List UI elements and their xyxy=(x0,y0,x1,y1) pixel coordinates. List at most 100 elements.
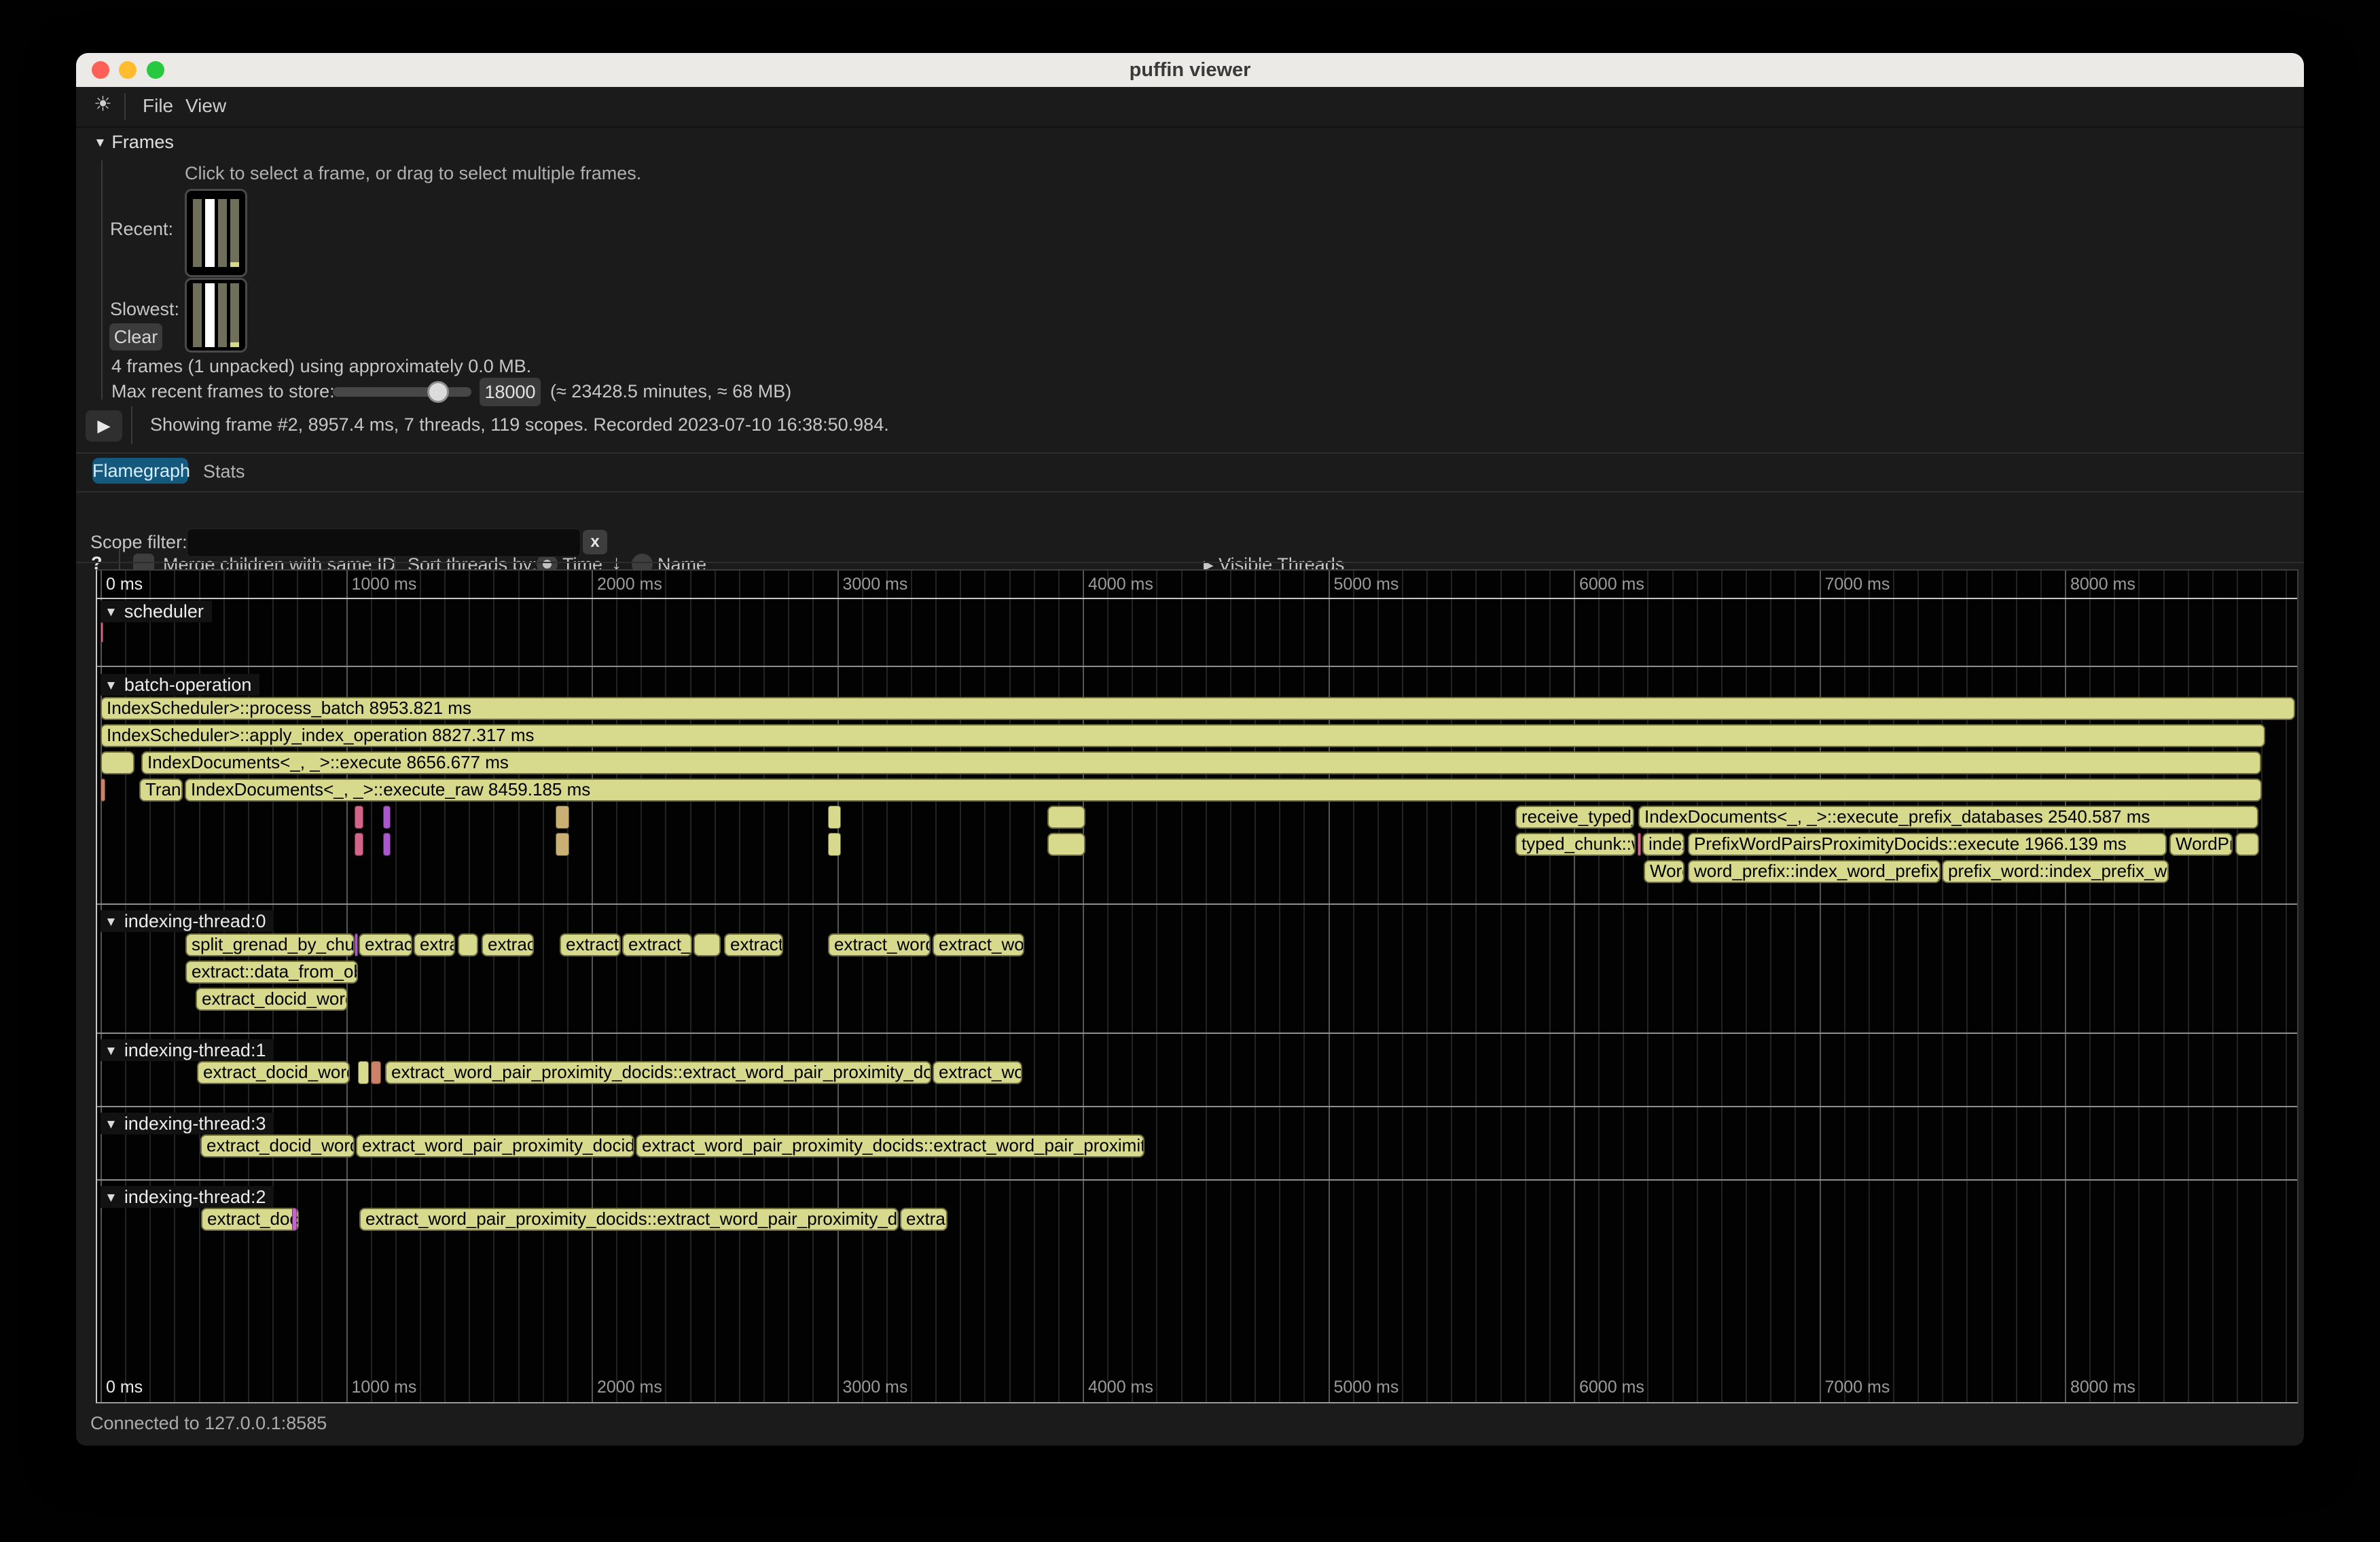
slowest-frames-thumbnail[interactable] xyxy=(185,278,247,353)
ruler-label-top: 3000 ms xyxy=(843,575,908,594)
flame-bar[interactable]: extra xyxy=(414,933,455,956)
thread-name: indexing-thread:1 xyxy=(124,1040,266,1060)
grid-line xyxy=(911,571,912,1402)
max-frames-slider[interactable] xyxy=(333,387,471,397)
flame-bar[interactable]: PrefixWordPairsProximityDocids::execute … xyxy=(1688,833,2167,856)
flame-bar[interactable] xyxy=(101,751,134,774)
frames-collapsible-header[interactable]: ▼ Frames xyxy=(94,132,174,153)
flame-bar[interactable] xyxy=(1638,833,1641,856)
menu-file[interactable]: File xyxy=(143,95,173,117)
frame-thumbnail-bar xyxy=(193,199,202,267)
flame-bar[interactable] xyxy=(383,833,391,856)
flame-bar[interactable]: extract xyxy=(359,933,412,956)
flame-bar[interactable] xyxy=(556,806,569,829)
clear-filter-button[interactable]: x xyxy=(583,530,607,554)
menu-view[interactable]: View xyxy=(185,95,226,117)
flame-bar[interactable] xyxy=(101,622,103,643)
flame-bar[interactable] xyxy=(458,933,478,956)
flame-bar[interactable]: receive_typed_ xyxy=(1515,806,1634,829)
flame-bar[interactable]: extract_docid_word xyxy=(197,1061,350,1084)
flame-bar[interactable]: extract_docid_word xyxy=(200,1134,355,1158)
flame-bar[interactable] xyxy=(693,933,721,956)
play-button[interactable]: ▶ xyxy=(86,410,122,442)
thread-header[interactable]: ▼indexing-thread:1 xyxy=(101,1039,274,1061)
flame-bar[interactable]: Word xyxy=(1644,860,1684,883)
theme-toggle-icon[interactable]: ☀ xyxy=(94,92,112,116)
flamegraph-canvas[interactable]: 0 ms0 ms1000 ms1000 ms2000 ms2000 ms3000… xyxy=(96,569,2298,1403)
frame-thumbnail-bar xyxy=(205,283,214,347)
grid-line xyxy=(1009,571,1011,1402)
flame-bar[interactable] xyxy=(371,1061,381,1084)
flame-bar[interactable]: index xyxy=(1642,833,1684,856)
flame-bar[interactable] xyxy=(292,1208,297,1231)
flame-bar[interactable]: extract_docid_word xyxy=(196,988,348,1011)
flame-bar[interactable] xyxy=(358,1061,369,1084)
flame-bar[interactable]: extract::data_from_ob xyxy=(185,961,358,984)
flame-bar[interactable]: word_prefix::index_word_prefix_ xyxy=(1688,860,1941,883)
flame-bar[interactable]: extrac xyxy=(482,933,534,956)
flame-bar[interactable]: extract_wo xyxy=(933,933,1024,956)
flame-bar[interactable]: IndexScheduler>::process_batch 8953.821 … xyxy=(101,697,2295,720)
tab-flamegraph[interactable]: Flamegraph xyxy=(92,458,188,484)
slider-knob[interactable] xyxy=(427,381,449,403)
flame-bar[interactable]: extract_word xyxy=(828,933,931,956)
flame-bar[interactable] xyxy=(355,833,363,856)
flame-bar[interactable]: extract_doc xyxy=(201,1208,299,1231)
ruler-label-top: 4000 ms xyxy=(1088,575,1153,594)
flame-bar[interactable]: extract_w xyxy=(622,933,692,956)
grid-line xyxy=(1255,571,1256,1402)
flame-bar[interactable] xyxy=(828,833,841,856)
flame-bar[interactable]: typed_chunk::w xyxy=(1515,833,1636,856)
grid-line xyxy=(1451,571,1452,1402)
thread-header[interactable]: ▼scheduler xyxy=(101,600,212,622)
flame-bar[interactable]: IndexDocuments<_, _>::execute 8656.677 m… xyxy=(141,751,2261,774)
menubar: ☀ File View xyxy=(76,87,2304,128)
flame-bar[interactable]: IndexDocuments<_, _>::execute_raw 8459.1… xyxy=(185,778,2262,802)
grid-line xyxy=(1623,571,1624,1402)
thread-header[interactable]: ▼indexing-thread:0 xyxy=(101,910,274,932)
flame-bar[interactable]: extract_word_pair_proximity_docids xyxy=(356,1134,634,1158)
flame-bar[interactable] xyxy=(2235,833,2259,856)
scope-filter-input[interactable] xyxy=(187,528,581,557)
thread-header[interactable]: ▼batch-operation xyxy=(101,674,259,696)
flame-bar[interactable]: extract xyxy=(724,933,783,956)
flame-bar[interactable]: extract_ xyxy=(560,933,621,956)
thread-header[interactable]: ▼indexing-thread:3 xyxy=(101,1113,274,1134)
flame-bar[interactable]: extract_word_pair_proximity_docids::extr… xyxy=(385,1061,931,1084)
flame-bar[interactable]: IndexDocuments<_, _>::execute_prefix_dat… xyxy=(1638,806,2258,829)
ruler-label-top: 1000 ms xyxy=(352,575,417,594)
flame-bar[interactable]: extract_wo xyxy=(933,1061,1022,1084)
flame-bar[interactable]: extract_word_pair_proximity_docids::extr… xyxy=(636,1134,1144,1158)
max-frames-value[interactable]: 18000 xyxy=(480,378,541,406)
flame-bar[interactable] xyxy=(1047,833,1085,856)
recent-frames-thumbnail[interactable] xyxy=(185,189,247,277)
grid-line xyxy=(1672,571,1674,1402)
grid-line xyxy=(518,571,520,1402)
flame-bar[interactable]: extrac xyxy=(900,1208,948,1231)
thread-header[interactable]: ▼indexing-thread:2 xyxy=(101,1186,274,1208)
flame-bar[interactable] xyxy=(355,933,358,956)
flame-bar[interactable] xyxy=(101,778,105,802)
flame-bar[interactable]: prefix_word::index_prefix_wo xyxy=(1942,860,2169,883)
grid-line xyxy=(1991,571,1993,1402)
separator xyxy=(76,562,2304,563)
grid-line xyxy=(886,571,888,1402)
flame-bar[interactable] xyxy=(1047,806,1085,829)
flame-bar[interactable]: Trans xyxy=(139,778,183,802)
flame-bar[interactable]: IndexScheduler>::apply_index_operation 8… xyxy=(101,724,2265,747)
flame-bar[interactable] xyxy=(556,833,569,856)
clear-button[interactable]: Clear xyxy=(109,323,162,351)
tab-stats[interactable]: Stats xyxy=(203,461,245,482)
connection-status: Connected to 127.0.0.1:8585 xyxy=(90,1413,327,1434)
grid-line xyxy=(371,571,372,1402)
grid-line xyxy=(862,571,863,1402)
thread-name: indexing-thread:0 xyxy=(124,911,266,931)
flame-bar[interactable] xyxy=(383,806,391,829)
thread-separator xyxy=(97,1106,2297,1107)
flame-bar[interactable] xyxy=(828,806,841,829)
flame-bar[interactable] xyxy=(355,806,363,829)
flame-bar[interactable]: extract_word_pair_proximity_docids::extr… xyxy=(359,1208,899,1231)
grid-line xyxy=(1230,571,1231,1402)
flame-bar[interactable]: WordPr xyxy=(2169,833,2233,856)
flame-bar[interactable]: split_grenad_by_chun xyxy=(185,933,355,956)
